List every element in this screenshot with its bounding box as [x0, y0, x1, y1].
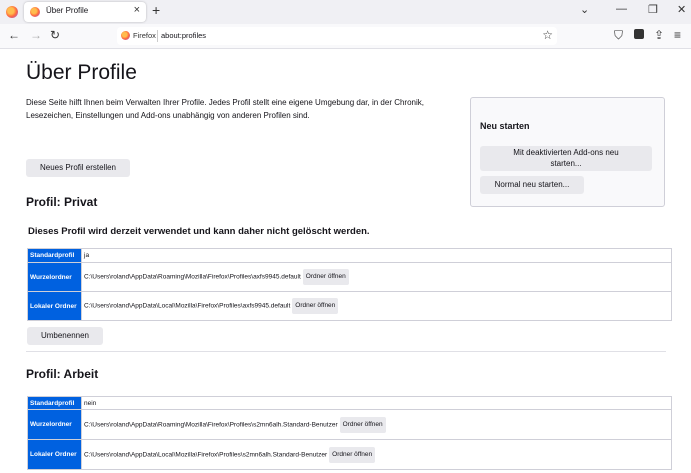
new-profile-button[interactable]: Neues Profil erstellen [26, 159, 130, 177]
rename-profile-button[interactable]: Umbenennen [27, 327, 103, 345]
restart-title: Neu starten [480, 121, 530, 131]
row-value: nein [81, 396, 672, 410]
url-identity-label: Firefox [133, 31, 156, 40]
open-root-folder-button[interactable]: Ordner öffnen [339, 416, 386, 433]
window-close-icon[interactable]: ✕ [677, 3, 686, 16]
row-value-cell: C:\Users\roland\AppData\Roaming\Mozilla\… [81, 409, 672, 440]
maximize-icon[interactable]: ❐ [648, 3, 658, 16]
restart-addons-disabled-button[interactable]: Mit deaktivierten Add-ons neu starten... [480, 146, 652, 171]
firefox-identity-icon [121, 31, 130, 40]
reload-icon[interactable]: ↻ [50, 28, 60, 42]
navigation-toolbar: ← → ↻ Firefox about:profiles ☆ ⛉ ⇪ ≡ [0, 24, 691, 49]
open-local-folder-button[interactable]: Ordner öffnen [329, 446, 376, 463]
firefox-favicon-icon [30, 7, 40, 17]
profile-heading-arbeit: Profil: Arbeit [26, 367, 99, 381]
restart-addons-disabled-line1: Mit deaktivierten Add-ons neu [513, 148, 619, 157]
back-icon[interactable]: ← [8, 28, 20, 42]
extensions-puzzle-icon[interactable]: ⇪ [654, 28, 664, 42]
tab-close-icon[interactable]: × [134, 4, 140, 16]
app-menu-icon[interactable]: ≡ [674, 28, 681, 42]
table-row: Wurzelordner C:\Users\roland\AppData\Roa… [27, 262, 672, 292]
open-local-folder-button[interactable]: Ordner öffnen [292, 298, 339, 314]
minimize-icon[interactable]: — [616, 3, 627, 15]
local-folder-path: C:\Users\roland\AppData\Local\Mozilla\Fi… [84, 302, 291, 310]
page-intro: Diese Seite hilft Ihnen beim Verwalten I… [26, 98, 424, 120]
row-key: Lokaler Ordner [27, 439, 82, 470]
profile-in-use-notice: Dieses Profil wird derzeit verwendet und… [28, 226, 370, 237]
pocket-icon[interactable]: ⛉ [614, 28, 623, 43]
firefox-menu-icon[interactable] [6, 6, 18, 18]
restart-addons-disabled-line2: starten... [550, 159, 582, 168]
open-root-folder-button[interactable]: Ordner öffnen [302, 269, 349, 285]
page-title: Über Profile [26, 61, 137, 84]
row-key: Wurzelordner [27, 409, 82, 440]
row-value: ja [81, 248, 672, 263]
profile-table-arbeit: Standardprofil nein Wurzelordner C:\User… [27, 396, 672, 470]
tab-strip: Über Profile × + ⌄ — ❐ ✕ [0, 0, 691, 24]
table-row: Lokaler Ordner C:\Users\roland\AppData\L… [27, 291, 672, 321]
table-row: Standardprofil nein [27, 396, 672, 410]
local-folder-path: C:\Users\roland\AppData\Local\Mozilla\Fi… [84, 451, 328, 459]
root-folder-path: C:\Users\roland\AppData\Roaming\Mozilla\… [84, 273, 301, 281]
section-divider [26, 351, 666, 352]
tab-title: Über Profile [46, 6, 89, 15]
extension-icon[interactable] [634, 29, 644, 39]
table-row: Lokaler Ordner C:\Users\roland\AppData\L… [27, 439, 672, 470]
root-folder-path: C:\Users\roland\AppData\Roaming\Mozilla\… [84, 421, 338, 429]
profile-heading-privat: Profil: Privat [26, 195, 98, 209]
row-key: Standardprofil [27, 396, 82, 410]
restart-panel: Neu starten Mit deaktivierten Add-ons ne… [470, 97, 665, 207]
row-value-cell: C:\Users\roland\AppData\Local\Mozilla\Fi… [81, 291, 672, 321]
row-value-cell: C:\Users\roland\AppData\Roaming\Mozilla\… [81, 262, 672, 292]
url-input[interactable]: about:profiles [161, 31, 206, 40]
table-row: Wurzelordner C:\Users\roland\AppData\Roa… [27, 409, 672, 440]
bookmark-star-icon[interactable]: ☆ [542, 28, 553, 42]
row-key: Standardprofil [27, 248, 82, 263]
url-separator [157, 30, 158, 42]
url-bar[interactable]: Firefox about:profiles ☆ [117, 27, 557, 45]
forward-icon: → [30, 28, 42, 42]
row-key: Lokaler Ordner [27, 291, 82, 321]
restart-normal-button[interactable]: Normal neu starten... [480, 176, 584, 194]
tab-about-profiles[interactable]: Über Profile × [24, 2, 146, 22]
page-content: Über Profile Diese Seite hilft Ihnen bei… [0, 49, 691, 473]
new-tab-button[interactable]: + [152, 2, 160, 18]
table-row: Standardprofil ja [27, 248, 672, 263]
list-all-tabs-icon[interactable]: ⌄ [580, 3, 589, 16]
row-key: Wurzelordner [27, 262, 82, 292]
row-value-cell: C:\Users\roland\AppData\Local\Mozilla\Fi… [81, 439, 672, 470]
profile-table-privat: Standardprofil ja Wurzelordner C:\Users\… [27, 248, 672, 321]
